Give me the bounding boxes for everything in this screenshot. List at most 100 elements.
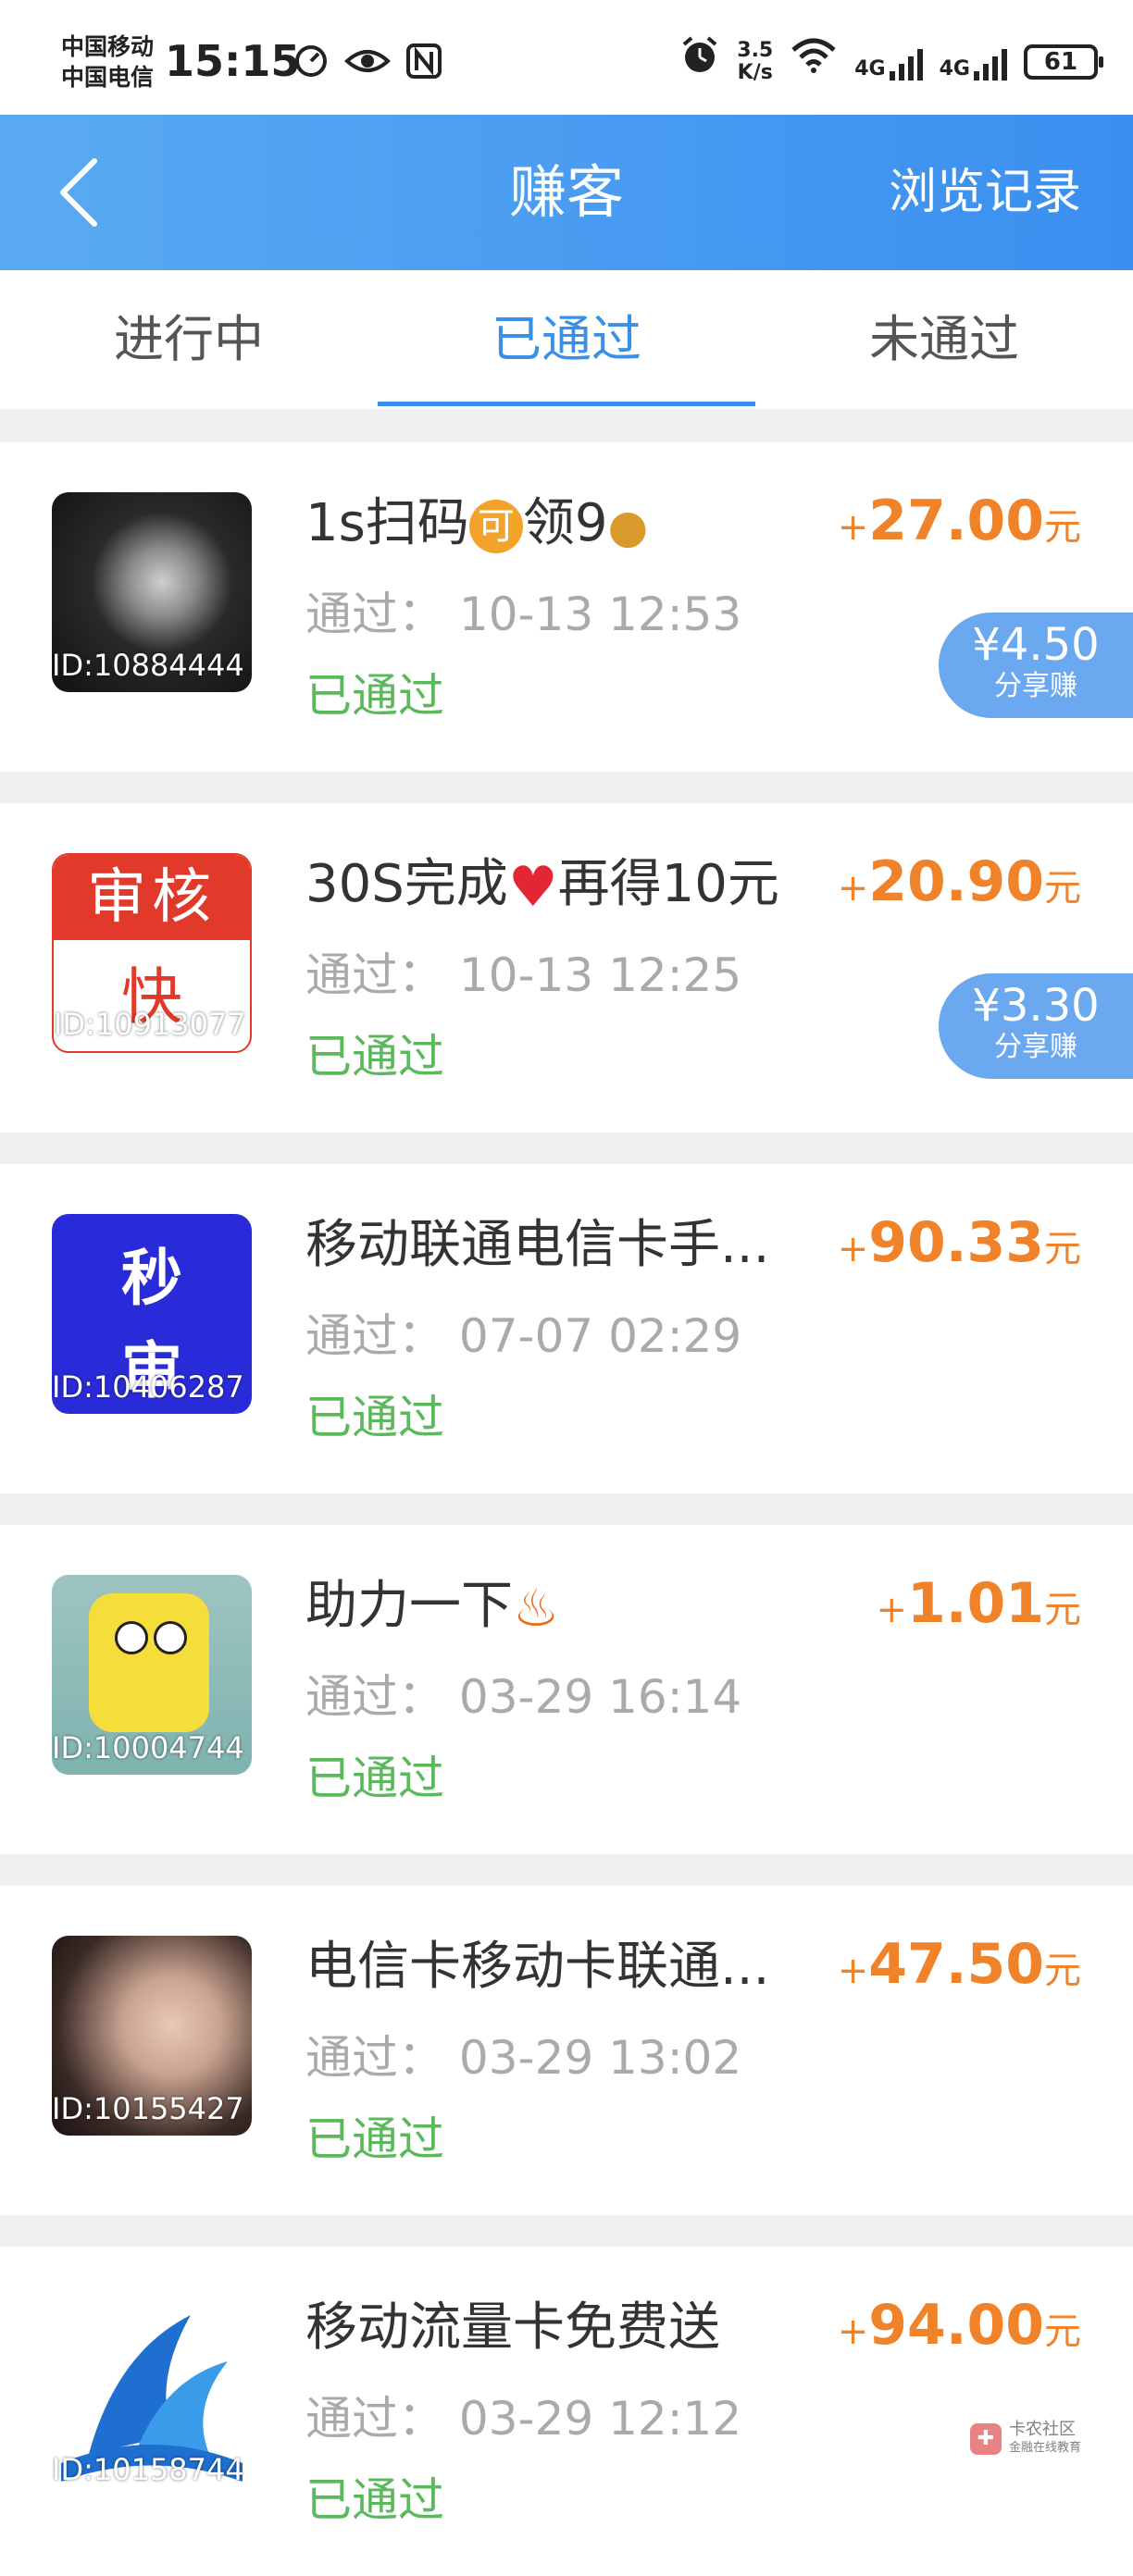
thumb-char-2: 核 (152, 863, 217, 932)
status-bar: 中国移动 中国电信 15:15 3.5 K/s 4G 4G 61 (0, 0, 1133, 115)
eye-icon (344, 43, 391, 92)
time-value: 10-13 12:25 (458, 948, 742, 1002)
status-time: 15:15 (165, 36, 301, 86)
task-id: ID:10406287 (52, 1369, 244, 1405)
task-thumbnail: ID:10004744 (52, 1575, 252, 1775)
speedometer-icon (293, 43, 330, 92)
task-time: 通过： 07-07 02:29 (305, 1299, 741, 1366)
task-name: 助力一下♨ (305, 1564, 559, 1639)
active-tab-indicator (378, 402, 755, 406)
amount-unit: 元 (1044, 1228, 1081, 1270)
tab-in-progress[interactable]: 进行中 (0, 270, 378, 409)
amount-plus: + (876, 1589, 907, 1631)
reward-amount: +94.00元 (838, 2293, 1081, 2358)
app-header: 赚客 浏览记录 (0, 115, 1133, 270)
task-time: 通过： 03-29 16:14 (305, 1660, 741, 1727)
reward-amount: +20.90元 (838, 849, 1081, 914)
signal-1: 4G (854, 43, 923, 80)
heart-icon: ♥ (507, 854, 558, 920)
share-amount: ¥3.30 (972, 980, 1100, 1032)
watermark-title: 卡农社区 (1008, 2420, 1076, 2439)
ke-badge-icon: 可 (468, 499, 523, 553)
carrier-2: 中国电信 (61, 64, 155, 91)
amount-unit: 元 (1044, 1950, 1081, 1992)
task-name: 电信卡移动卡联通... (305, 1937, 770, 1997)
task-name-suffix: 再得10元 (557, 854, 779, 914)
net-speed-value: 3.5 (737, 38, 774, 62)
amount-value: 94.00 (868, 2293, 1044, 2358)
list-item[interactable]: ID:10004744 助力一下♨ 通过： 03-29 16:14 已通过 +1… (0, 1525, 1133, 1854)
task-thumbnail: 秒 审 ID:10406287 (52, 1214, 252, 1414)
signal-2-label: 4G (939, 56, 970, 80)
list-item[interactable]: 秒 审 ID:10406287 移动联通电信卡手... 通过： 07-07 02… (0, 1164, 1133, 1493)
list-item[interactable]: ID:10155427 电信卡移动卡联通... 通过： 03-29 13:02 … (0, 1886, 1133, 2215)
task-name: 移动联通电信卡手... (305, 1215, 770, 1275)
battery-indicator: 61 (1024, 43, 1103, 80)
net-speed-unit: K/s (737, 60, 773, 84)
task-time: 通过： 03-29 13:02 (305, 2021, 741, 2087)
status-label: 已通过 (305, 1391, 444, 1444)
time-label: 通过： (305, 2031, 444, 2085)
list-item[interactable]: ID:10884444 1s扫码可领9● 通过： 10-13 12:53 已通过… (0, 442, 1133, 772)
amount-unit: 元 (1044, 867, 1081, 910)
tab-approved[interactable]: 已通过 (378, 270, 755, 409)
tab-rejected[interactable]: 未通过 (755, 270, 1133, 409)
time-value: 03-29 13:02 (458, 2031, 742, 2085)
net-speed: 3.5 K/s (737, 38, 774, 84)
share-earn-badge[interactable]: ¥4.50 分享赚 (939, 613, 1133, 718)
signal-1-bars (889, 43, 923, 80)
task-time: 通过： 03-29 12:12 (305, 2382, 741, 2448)
status-label: 已通过 (305, 1030, 444, 1084)
time-label: 通过： (305, 1309, 444, 1363)
amount-plus: + (837, 1950, 869, 1992)
time-value: 03-29 16:14 (458, 1670, 742, 1724)
list-item[interactable]: 审核 快 ID:10913077 30S完成♥再得10元 通过： 10-13 1… (0, 803, 1133, 1133)
task-thumbnail: ID:10155427 (52, 1936, 252, 2136)
time-value: 03-29 12:12 (458, 2392, 742, 2446)
status-label: 已通过 (305, 2112, 444, 2166)
amount-value: 1.01 (906, 1571, 1044, 1636)
time-value: 10-13 12:53 (458, 588, 742, 641)
amount-value: 90.33 (868, 1210, 1044, 1275)
share-label: 分享赚 (994, 1031, 1077, 1063)
time-label: 通过： (305, 948, 444, 1002)
task-name: 1s扫码可领9● (305, 481, 648, 556)
watermark: ✚ 卡农社区 金融在线教育 (969, 2420, 1081, 2458)
eye-left (115, 1621, 148, 1654)
watermark-sub: 金融在线教育 (1008, 2441, 1081, 2455)
task-name-text: 助力一下 (305, 1576, 513, 1636)
tab-bar: 进行中 已通过 未通过 (0, 270, 1133, 409)
watermark-logo-icon: ✚ (969, 2423, 1002, 2455)
status-label: 已通过 (305, 669, 444, 723)
list-item[interactable]: ID:10158744 移动流量卡免费送 通过： 03-29 12:12 已通过… (0, 2247, 1133, 2576)
eye-right (154, 1621, 187, 1654)
time-value: 07-07 02:29 (458, 1309, 742, 1363)
thumb-char-1: 秒 (121, 1243, 182, 1314)
task-thumbnail: ID:10884444 (52, 492, 252, 692)
status-icons-left (293, 43, 442, 92)
reward-amount: +90.33元 (838, 1210, 1081, 1275)
task-time: 通过： 10-13 12:53 (305, 577, 741, 644)
task-name-suffix: 领9 (522, 493, 608, 553)
carrier-names: 中国移动 中国电信 (61, 31, 154, 93)
share-earn-badge[interactable]: ¥3.30 分享赚 (939, 973, 1133, 1079)
status-icons-right: 3.5 K/s 4G 4G 61 (679, 35, 1103, 88)
amount-plus: + (837, 506, 869, 549)
amount-unit: 元 (1044, 2310, 1081, 2353)
task-name: 30S完成♥再得10元 (305, 842, 779, 920)
signal-2-bars (974, 43, 1007, 80)
task-name-text: 30S完成 (305, 854, 508, 914)
carrier-1: 中国移动 (61, 33, 155, 60)
amount-unit: 元 (1044, 506, 1081, 549)
fire-icon: ♨ (513, 1579, 560, 1640)
amount-plus: + (837, 867, 869, 910)
status-label: 已通过 (305, 2473, 444, 2527)
share-label: 分享赚 (994, 670, 1077, 702)
task-id: ID:10158744 (52, 2452, 244, 2487)
alarm-icon (679, 35, 720, 88)
status-label: 已通过 (305, 1752, 444, 1805)
money-bag-icon: ● (607, 499, 649, 553)
task-thumbnail: ID:10158744 (52, 2297, 252, 2496)
browse-history-button[interactable]: 浏览记录 (889, 115, 1081, 270)
time-label: 通过： (305, 588, 444, 641)
